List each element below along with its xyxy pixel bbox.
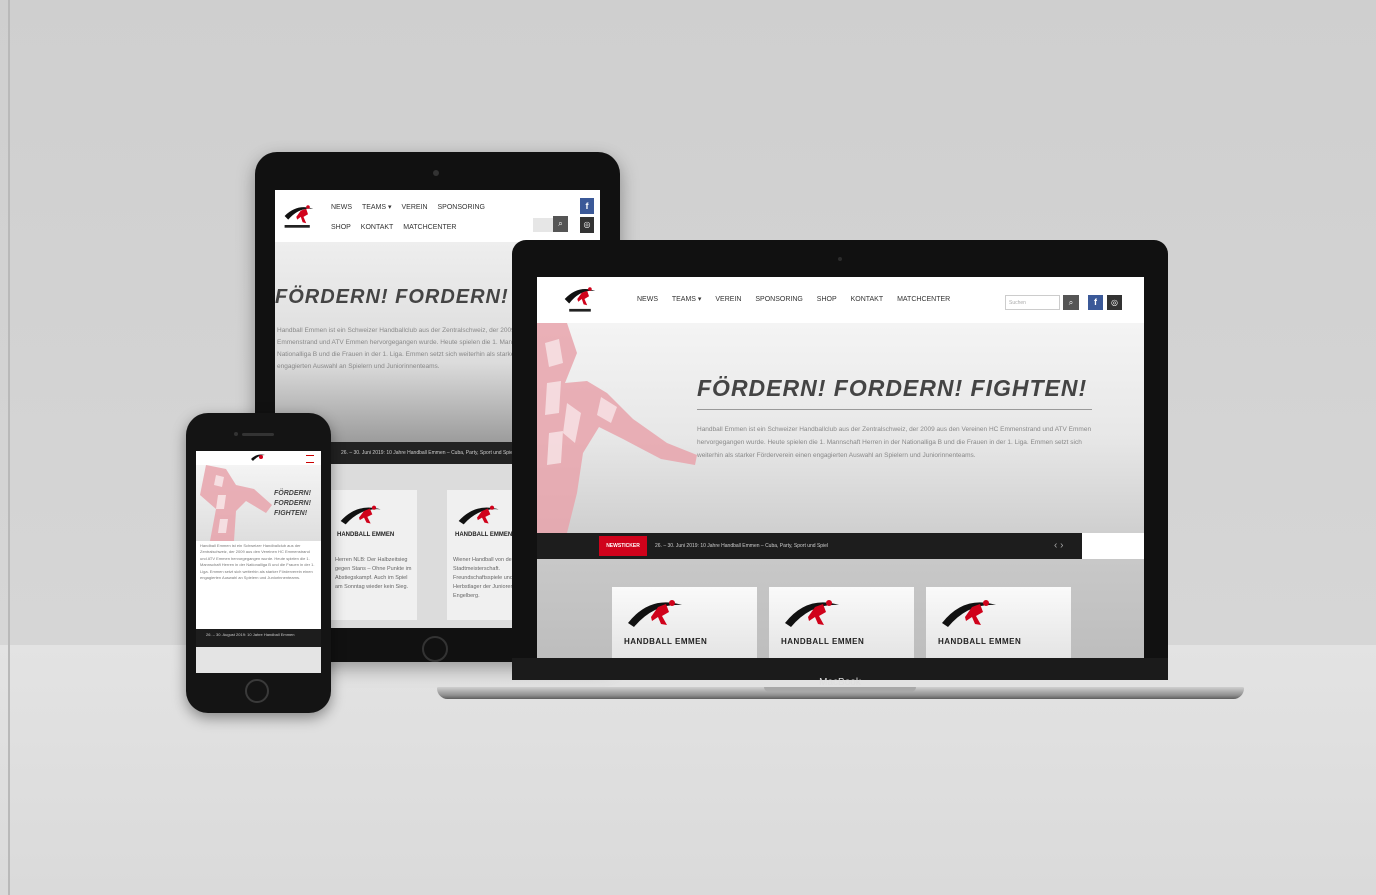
nav-item-kontakt[interactable]: KONTAKT <box>361 218 394 238</box>
hamburger-menu-icon[interactable] <box>306 455 314 463</box>
handball-emmen-logo-icon[interactable] <box>561 281 599 317</box>
card-label: HANDBALL EMMEN <box>455 532 513 538</box>
news-card[interactable]: HANDBALL EMMEN Herren NLB: Der Halbzeits… <box>329 490 417 620</box>
laptop-bezel: NEWS TEAMS ▾ VEREIN SPONSORING SHOP KONT… <box>512 240 1168 678</box>
instagram-icon[interactable]: ◎ <box>580 217 594 233</box>
laptop-screen: NEWS TEAMS ▾ VEREIN SPONSORING SHOP KONT… <box>537 277 1144 662</box>
nav-item-sponsoring[interactable]: SPONSORING <box>438 198 485 218</box>
handball-emmen-logo-icon <box>458 505 499 525</box>
frame-edge <box>8 0 10 895</box>
hero-headline: FÖRDERN! FORDERN! FIGHTEN! <box>274 490 311 517</box>
nav-item-verein[interactable]: VEREIN <box>715 296 741 303</box>
news-card[interactable]: HANDBALL EMMEN <box>612 587 757 662</box>
handball-emmen-logo-icon <box>340 505 381 525</box>
laptop-notch <box>764 687 916 692</box>
card-label: HANDBALL EMMEN <box>781 637 865 646</box>
handball-emmen-logo-icon[interactable] <box>281 198 317 234</box>
handball-emmen-logo-icon <box>942 600 996 627</box>
phone-footer-area <box>196 647 321 673</box>
hero-intro-text: Handball Emmen ist ein Schweizer Handbal… <box>697 426 1092 459</box>
search-button[interactable]: ⌕ <box>1063 295 1079 310</box>
laptop-device: NEWS TEAMS ▾ VEREIN SPONSORING SHOP KONT… <box>437 240 1244 699</box>
tablet-camera <box>433 170 439 176</box>
card-text: Herren NLB: Der Halbzeitsieg gegen Stans… <box>335 557 412 590</box>
news-card[interactable]: HANDBALL EMMEN <box>926 587 1071 662</box>
nav-item-shop[interactable]: SHOP <box>331 218 351 238</box>
nav-item-teams[interactable]: TEAMS ▾ <box>672 296 702 303</box>
card-label: HANDBALL EMMEN <box>337 532 395 538</box>
handball-player-illustration <box>537 323 697 533</box>
phone-camera <box>234 432 238 436</box>
main-nav: NEWS TEAMS ▾ VEREIN SPONSORING SHOP KONT… <box>637 295 962 303</box>
nav-item-shop[interactable]: SHOP <box>817 296 837 303</box>
ticker-text[interactable]: 26. – 30. August 2019: 10 Jahre Handball… <box>206 632 295 637</box>
card-label: HANDBALL EMMEN <box>938 637 1022 646</box>
search-icon: ⌕ <box>558 219 563 228</box>
phone-device: FÖRDERN! FORDERN! FIGHTEN! Handball Emme… <box>186 413 331 713</box>
nav-item-news[interactable]: NEWS <box>637 296 658 303</box>
tablet-site-header: NEWS TEAMS ▾ VEREIN SPONSORING SHOP KONT… <box>275 190 600 242</box>
chevron-right-icon[interactable]: › <box>1060 540 1063 551</box>
nav-item-sponsoring[interactable]: SPONSORING <box>755 296 802 303</box>
site-header: NEWS TEAMS ▾ VEREIN SPONSORING SHOP KONT… <box>537 277 1144 323</box>
headline-divider <box>697 409 1092 410</box>
tablet-home-button[interactable] <box>422 636 448 662</box>
tablet-main-nav: NEWS TEAMS ▾ VEREIN SPONSORING SHOP KONT… <box>331 198 531 238</box>
facebook-icon[interactable]: f <box>580 198 594 214</box>
handball-emmen-logo-icon <box>628 600 682 627</box>
phone-site-header <box>196 451 321 465</box>
phone-home-button[interactable] <box>245 679 269 703</box>
ticker-arrows: ‹ › <box>1054 533 1063 559</box>
hero-headline: FÖRDERN! FORDERN! FIGHTEN! <box>697 375 1088 401</box>
news-card[interactable]: HANDBALL EMMEN <box>769 587 914 662</box>
search-input[interactable] <box>533 218 553 232</box>
nav-item-matchcenter[interactable]: MATCHCENTER <box>897 296 950 303</box>
search-input[interactable]: Suchen <box>1005 295 1060 310</box>
ticker-badge: NEWSTICKER <box>599 536 647 556</box>
laptop-camera <box>838 257 842 261</box>
search-button[interactable]: ⌕ <box>553 216 568 232</box>
news-cards: HANDBALL EMMEN HANDBALL EMMEN HANDBALL E… <box>537 559 1144 662</box>
phone-hero: FÖRDERN! FORDERN! FIGHTEN! <box>196 465 321 541</box>
ticker-text[interactable]: 26. – 30. Juni 2019: 10 Jahre Handball E… <box>655 533 828 559</box>
news-ticker: NEWSTICKER 26. – 30. Juni 2019: 10 Jahre… <box>537 533 1082 559</box>
phone-screen: FÖRDERN! FORDERN! FIGHTEN! Handball Emme… <box>196 451 321 673</box>
nav-item-matchcenter[interactable]: MATCHCENTER <box>403 218 456 238</box>
news-ticker: 26. – 30. August 2019: 10 Jahre Handball… <box>196 629 321 647</box>
mockup-scene: NEWS TEAMS ▾ VEREIN SPONSORING SHOP KONT… <box>0 0 1376 895</box>
instagram-icon[interactable]: ◎ <box>1107 295 1122 310</box>
search-icon: ⌕ <box>1068 298 1074 307</box>
nav-item-kontakt[interactable]: KONTAKT <box>851 296 884 303</box>
hero-intro-text: Handball Emmen ist ein Schweizer Handbal… <box>200 543 315 581</box>
handball-emmen-logo-icon <box>785 600 839 627</box>
handball-emmen-logo-icon[interactable] <box>250 452 266 464</box>
phone-speaker <box>242 433 274 436</box>
card-label: HANDBALL EMMEN <box>624 637 708 646</box>
facebook-icon[interactable]: f <box>1088 295 1103 310</box>
nav-item-teams[interactable]: TEAMS ▾ <box>362 198 392 218</box>
handball-player-illustration <box>200 465 272 541</box>
hero-section: FÖRDERN! FORDERN! FIGHTEN! Handball Emme… <box>537 323 1144 533</box>
nav-item-news[interactable]: NEWS <box>331 198 352 218</box>
nav-item-verein[interactable]: VEREIN <box>401 198 427 218</box>
chevron-left-icon[interactable]: ‹ <box>1054 540 1057 551</box>
